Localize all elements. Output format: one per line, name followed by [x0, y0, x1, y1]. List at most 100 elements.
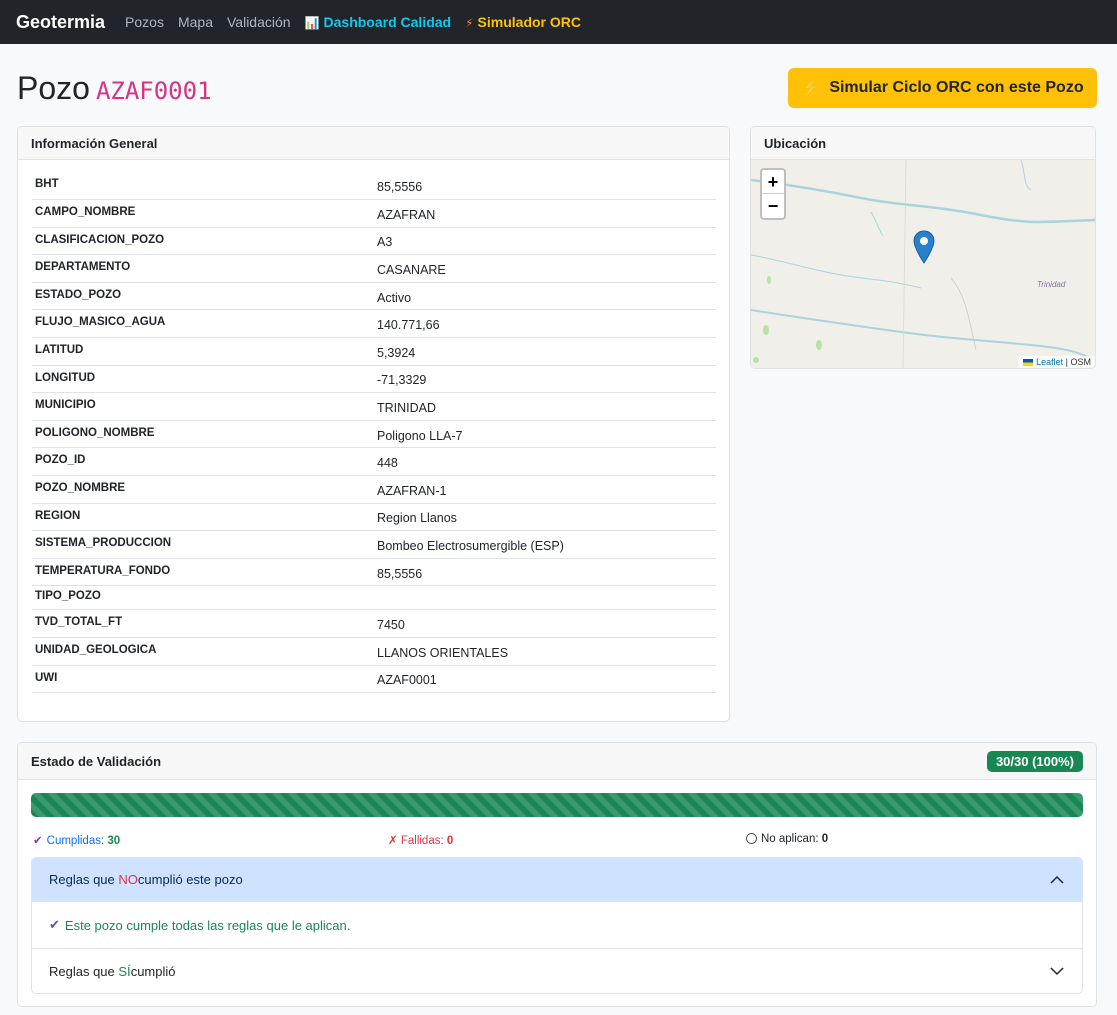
passed-value: 30: [107, 835, 121, 847]
lightning-icon: ⚡: [465, 16, 474, 30]
check-icon: ✔: [33, 835, 43, 847]
page-header: Pozo AZAF0001 ⚡ Simular Ciclo ORC con este…: [0, 44, 1117, 126]
info-value: 85,5556: [374, 172, 716, 201]
validation-title: Estado de Validación: [31, 753, 162, 769]
page-title-prefix: Pozo: [17, 70, 90, 106]
zoom-out-button[interactable]: −: [762, 194, 784, 218]
info-value: Bombeo Electrosumergible (ESP): [374, 530, 716, 559]
info-row: POZO_NOMBRE AZAFRAN-1: [32, 475, 716, 504]
info-row: DEPARTAMENTO CASANARE: [32, 254, 716, 283]
info-key: TEMPERATURA_FONDO: [32, 558, 374, 587]
passed-rules-toggle[interactable]: Reglas que SÍcumplió: [32, 949, 1082, 993]
general-info-table: BHT 85,5556 CAMPO_NOMBRE AZAFRAN CLASIFICACI…: [32, 172, 716, 694]
nav-link-mapa[interactable]: Mapa: [178, 14, 213, 30]
info-row: CLASIFICACION_POZO A3: [32, 227, 716, 256]
info-value: LLANOS ORIENTALES: [374, 637, 716, 666]
info-value: 7450: [374, 609, 716, 638]
failed-rules-toggle[interactable]: Reglas que NOcumplió este pozo: [32, 858, 1082, 902]
all-passed-message: Este pozo cumple todas las reglas que le…: [64, 917, 351, 933]
info-key: TIPO_POZO: [32, 585, 374, 611]
ukraine-flag-icon: [1023, 359, 1034, 366]
na-value: 0: [821, 833, 829, 845]
passed-rules-title: Reglas que SÍcumplió: [49, 964, 175, 979]
map-place-label: Trinidad: [1037, 280, 1066, 289]
map-view[interactable]: + − Trinidad Leaflet | OSM: [751, 160, 1095, 368]
simulate-orc-button[interactable]: ⚡ Simular Ciclo ORC con este Pozo: [788, 68, 1097, 108]
chevron-down-icon: [1050, 967, 1064, 976]
location-card: Ubicación + − Trinidad Leaflet | OSM: [750, 126, 1096, 369]
well-code: AZAF0001: [95, 77, 212, 105]
info-value: AZAF0001: [374, 665, 716, 694]
nav-link-dashboard[interactable]: 📊 Dashboard Calidad: [305, 14, 452, 30]
brand-link[interactable]: Geotermia: [16, 12, 105, 33]
info-row: LATITUD 5,3924: [32, 337, 716, 366]
passed-rules-title-a: Reglas que: [49, 963, 119, 979]
info-row: UNIDAD_GEOLOGICA LLANOS ORIENTALES: [32, 637, 716, 666]
info-value: [374, 585, 716, 611]
nav-link-simulator[interactable]: ⚡ Simulador ORC: [465, 14, 581, 30]
rules-accordion: Reglas que NOcumplió este pozo ✔ Este poz…: [31, 857, 1083, 994]
info-value: -71,3329: [374, 365, 716, 394]
failed-count: ✗ Fallidas: 0: [388, 833, 453, 847]
info-row: LONGITUD -71,3329: [32, 365, 716, 394]
info-key: POZO_ID: [32, 447, 374, 477]
failed-rules-title-c: cumplió este pozo: [137, 872, 243, 887]
info-value: AZAFRAN: [374, 199, 716, 228]
chevron-up-icon: [1050, 875, 1064, 884]
osm-link[interactable]: OSM: [1070, 357, 1091, 367]
info-value: A3: [374, 227, 716, 256]
info-value: CASANARE: [374, 254, 716, 283]
info-row: BHT 85,5556: [32, 172, 716, 201]
page-title: Pozo AZAF0001: [17, 70, 212, 107]
info-value: AZAFRAN-1: [374, 475, 716, 504]
cross-icon: ✗: [388, 835, 398, 847]
validation-header: Estado de Validación 30/30 (100%): [18, 743, 1096, 780]
failed-rules-title-b: NO: [118, 872, 138, 887]
info-row: POZO_ID 448: [32, 447, 716, 477]
na-label: No aplican:: [761, 833, 819, 845]
map-marker-icon[interactable]: [913, 230, 935, 264]
info-key: REGION: [32, 503, 374, 532]
failed-value: 0: [446, 835, 454, 847]
nav-dashboard-label: Dashboard Calidad: [323, 14, 452, 30]
validation-progress-bar: [31, 793, 1083, 817]
info-row: TIPO_POZO: [32, 585, 716, 611]
location-header: Ubicación: [751, 127, 1095, 160]
info-key: CLASIFICACION_POZO: [32, 227, 374, 256]
check-icon: ✔: [49, 917, 60, 932]
failed-rules-title: Reglas que NOcumplió este pozo: [49, 872, 243, 887]
map-attribution: Leaflet | OSM: [1019, 356, 1095, 368]
info-key: POZO_NOMBRE: [32, 475, 374, 504]
failed-label: Fallidas:: [400, 835, 444, 847]
zoom-in-button[interactable]: +: [762, 170, 784, 194]
info-row: MUNICIPIO TRINIDAD: [32, 392, 716, 421]
lightning-icon: ⚡: [801, 80, 822, 97]
info-value: Activo: [374, 282, 716, 311]
info-row: REGION Region Llanos: [32, 503, 716, 532]
info-row: UWI AZAF0001: [32, 665, 716, 694]
general-info-header: Información General: [18, 127, 729, 160]
info-key: BHT: [32, 172, 374, 201]
navbar: Geotermia Pozos Mapa Validación 📊 Dashboa…: [0, 0, 1117, 44]
info-row: ESTADO_POZO Activo: [32, 282, 716, 311]
info-row: TEMPERATURA_FONDO 85,5556: [32, 558, 716, 587]
passed-rules-title-c: cumplió: [130, 963, 176, 979]
zoom-control: + −: [760, 168, 786, 220]
leaflet-link[interactable]: Leaflet: [1036, 357, 1063, 367]
info-key: FLUJO_MASICO_AGUA: [32, 309, 374, 339]
info-key: POLIGONO_NOMBRE: [32, 420, 374, 449]
circle-icon: [746, 833, 757, 844]
map-tiles: [751, 160, 1095, 368]
info-value: 85,5556: [374, 558, 716, 587]
validation-stats: ✔ Cumplidas: 30 ✗ Fallidas: 0 No aplican:…: [31, 833, 1083, 849]
passed-rules-title-b: SÍ: [118, 963, 131, 979]
nav-link-validacion[interactable]: Validación: [227, 14, 291, 30]
passed-count: ✔ Cumplidas: 30: [33, 833, 120, 847]
info-key: LONGITUD: [32, 365, 374, 394]
info-key: SISTEMA_PRODUCCION: [32, 530, 374, 559]
general-info-card: Información General BHT 85,5556 CAMPO_NOMB…: [17, 126, 730, 722]
nav-link-pozos[interactable]: Pozos: [125, 14, 164, 30]
info-row: POLIGONO_NOMBRE Poligono LLA-7: [32, 420, 716, 449]
validation-card: Estado de Validación 30/30 (100%) ✔ Cumpl…: [17, 742, 1097, 1007]
info-value: Region Llanos: [374, 503, 716, 532]
